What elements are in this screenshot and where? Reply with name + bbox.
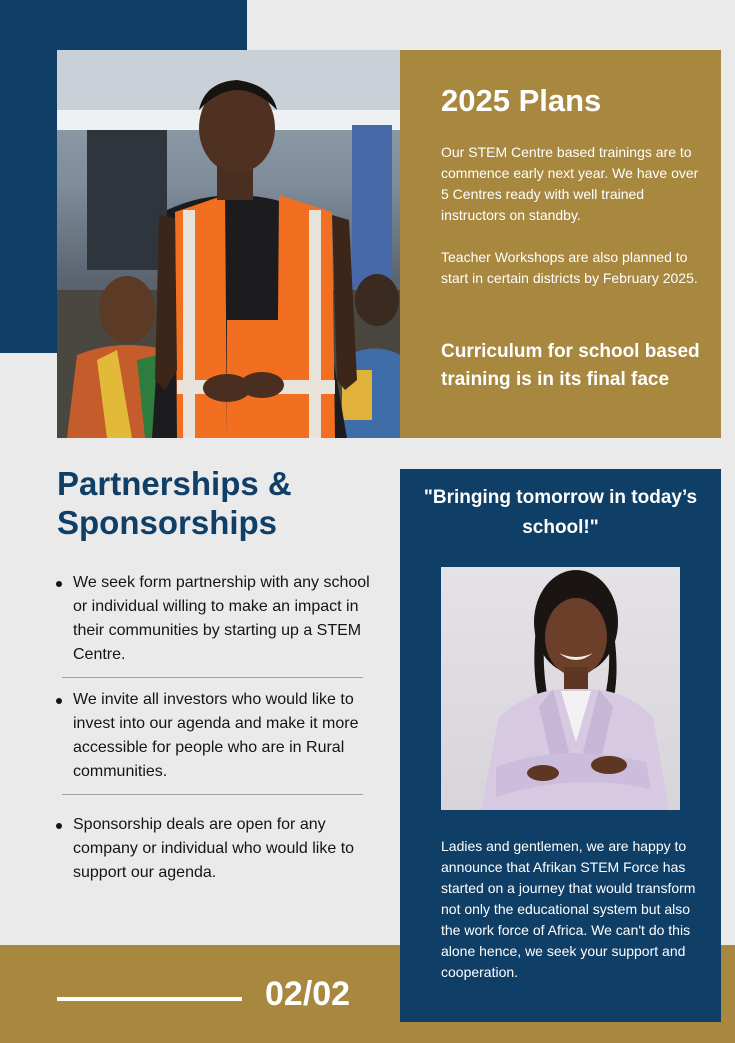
list-item-text: We invite all investors who would like t… — [73, 691, 359, 780]
woman-portrait-photo — [441, 567, 680, 810]
list-item: Sponsorship deals are open for any compa… — [56, 813, 373, 885]
bullet-icon — [56, 581, 62, 587]
plans-highlight: Curriculum for school based training is … — [441, 341, 700, 390]
list-item: We seek form partnership with any school… — [56, 571, 373, 667]
plans-card: 2025 Plans Our STEM Centre based trainin… — [400, 50, 721, 438]
quote-text: "Bringing tomorrow in today’s school!" — [423, 487, 698, 538]
quote-card: "Bringing tomorrow in today’s school!" L… — [400, 469, 721, 1022]
page-number: 02/02 — [265, 975, 351, 1013]
bullet-icon — [56, 823, 62, 829]
footer-line — [57, 997, 242, 1001]
student-in-safety-vest-photo — [57, 50, 400, 438]
list-item-text: We seek form partnership with any school… — [73, 574, 370, 663]
divider — [62, 677, 363, 678]
partnerships-heading: Partnerships & Sponsorships — [57, 465, 292, 541]
divider — [62, 794, 363, 795]
list-item: We invite all investors who would like t… — [56, 688, 373, 784]
plans-title: 2025 Plans — [441, 83, 602, 118]
plans-paragraph-workshops: Teacher Workshops are also planned to st… — [441, 249, 698, 286]
plans-paragraph-trainings: Our STEM Centre based trainings are to c… — [441, 144, 699, 223]
bullet-icon — [56, 698, 62, 704]
list-item-text: Sponsorship deals are open for any compa… — [73, 816, 355, 881]
announcement-text: Ladies and gentlemen, we are happy to an… — [441, 838, 696, 980]
